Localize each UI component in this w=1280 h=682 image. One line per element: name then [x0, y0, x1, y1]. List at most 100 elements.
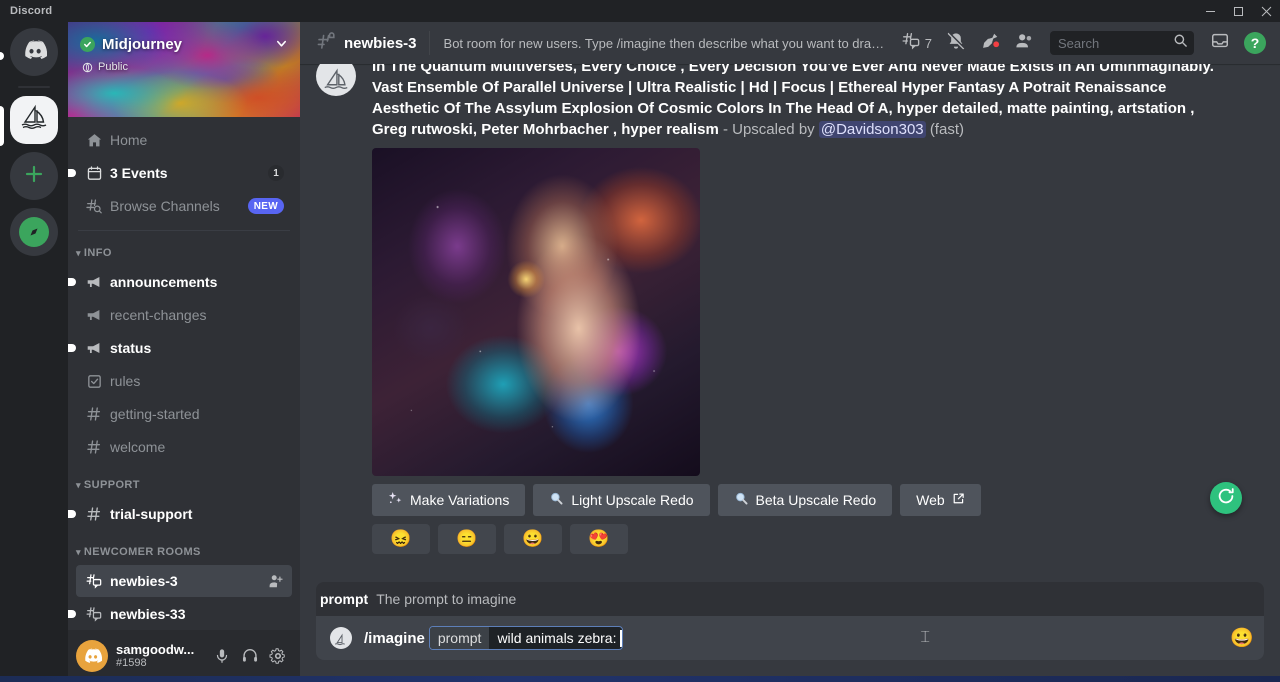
beta-upscale-redo-button[interactable]: Beta Upscale Redo [718, 484, 893, 516]
command-bot-avatar [330, 627, 352, 649]
sidebar-item-recent-changes[interactable]: recent-changes [76, 299, 292, 331]
message: In The Quantum Multiverses, Every Choice… [300, 64, 1280, 554]
reaction-button[interactable]: 😍 [570, 524, 628, 554]
beta-upscale-redo-label: Beta Upscale Redo [756, 492, 877, 508]
sidebar-item-announcements[interactable]: announcements [76, 266, 292, 298]
sailboat-icon [18, 102, 50, 139]
user-info[interactable]: samgoodw... #1598 [116, 642, 208, 670]
magnifier-icon [734, 491, 749, 509]
sidebar-item-welcome-label: welcome [110, 439, 284, 455]
sidebar-item-newbies-3[interactable]: newbies-3 [76, 565, 292, 597]
reaction-button[interactable]: 😑 [438, 524, 496, 554]
channel-list: Home 3 Events 1 Browse Channels NE [68, 117, 300, 630]
os-taskbar [0, 676, 1280, 682]
sidebar-item-welcome[interactable]: welcome [76, 431, 292, 463]
sidebar-item-newbies-33[interactable]: newbies-33 [76, 598, 292, 630]
web-button[interactable]: Web [900, 484, 981, 516]
discord-window: Discord [0, 0, 1280, 682]
sparkles-icon [388, 491, 403, 509]
help-button[interactable]: ? [1238, 27, 1272, 59]
rail-explore-button[interactable] [10, 208, 58, 256]
minimize-button[interactable] [1196, 0, 1224, 22]
window-controls [1196, 0, 1280, 22]
make-variations-label: Make Variations [410, 492, 509, 508]
sidebar-item-status-label: status [110, 340, 284, 356]
add-member-icon[interactable] [268, 573, 284, 589]
category-support[interactable]: ▾ SUPPORT [68, 473, 300, 497]
deafen-headphones-button[interactable] [236, 642, 264, 670]
chevron-down-icon[interactable] [275, 37, 288, 53]
help-icon: ? [1244, 32, 1266, 54]
sidebar-item-getting-started[interactable]: getting-started [76, 398, 292, 430]
make-variations-button[interactable]: Make Variations [372, 484, 525, 516]
emoji-picker-button[interactable]: 😀 [1230, 626, 1254, 650]
compass-icon [19, 217, 49, 247]
chevron-down-icon: ▾ [76, 480, 81, 491]
upscaled-label: - Upscaled by [723, 121, 815, 138]
sidebar-item-rules[interactable]: rules [76, 365, 292, 397]
light-upscale-redo-button[interactable]: Light Upscale Redo [533, 484, 709, 516]
user-discriminator: #1598 [116, 657, 208, 670]
user-settings-button[interactable] [264, 642, 292, 670]
unread-indicator [68, 278, 76, 286]
rail-add-server-button[interactable] [10, 152, 58, 200]
rail-indicator-active [0, 106, 4, 146]
reaction-button[interactable]: 😖 [372, 524, 430, 554]
close-button[interactable] [1252, 0, 1280, 22]
message-input-area: /imagine prompt wild animals zebra: ⌶ 😀 [300, 616, 1280, 682]
generated-image[interactable] [372, 148, 700, 476]
globe-icon [82, 62, 93, 73]
rail-server-midjourney[interactable] [10, 96, 58, 144]
threads-count: 7 [925, 36, 932, 51]
avatar[interactable] [76, 640, 108, 672]
sidebar-divider [78, 230, 290, 231]
refresh-button[interactable] [1210, 482, 1242, 514]
rail-divider [18, 86, 50, 88]
calendar-icon [84, 165, 104, 182]
server-banner[interactable]: Midjourney Public [68, 22, 300, 117]
sidebar-item-browse-channels[interactable]: Browse Channels NEW [76, 190, 292, 222]
user-mention[interactable]: @Davidson303 [819, 121, 926, 138]
inbox-button[interactable] [1204, 27, 1236, 59]
text-cursor-icon: ⌶ [920, 629, 930, 647]
server-header[interactable]: Midjourney [68, 36, 300, 53]
command-chip-value[interactable]: wild animals zebra: [489, 627, 618, 649]
threads-icon [901, 31, 921, 56]
channel-topbar: newbies-3 Bot room for new users. Type /… [300, 22, 1280, 64]
command-chip-key: prompt [430, 627, 490, 649]
sidebar-item-status[interactable]: status [76, 332, 292, 364]
sidebar-item-home[interactable]: Home [76, 124, 292, 156]
category-newcomer-rooms-label: NEWCOMER ROOMS [84, 546, 201, 558]
channel-topic[interactable]: Bot room for new users. Type /imagine th… [444, 36, 889, 51]
topbar-actions: 7 [895, 27, 1272, 59]
command-parameter-chip[interactable]: prompt wild animals zebra: [429, 626, 623, 650]
threads-button[interactable]: 7 [895, 27, 938, 59]
search-box[interactable] [1050, 31, 1194, 55]
sidebar-item-recent-changes-label: recent-changes [110, 307, 284, 323]
command-hint-bar: prompt The prompt to imagine [316, 582, 1264, 616]
mute-microphone-button[interactable] [208, 642, 236, 670]
pinned-messages-button[interactable] [974, 27, 1006, 59]
member-list-button[interactable] [1008, 27, 1040, 59]
notifications-muted-button[interactable] [940, 27, 972, 59]
sidebar-item-home-label: Home [110, 132, 284, 148]
channel-sidebar: Midjourney Public Home [68, 22, 300, 682]
page-title: newbies-3 [344, 35, 417, 52]
forum-icon [84, 605, 104, 623]
search-input[interactable] [1058, 36, 1173, 51]
reaction-button[interactable]: 😀 [504, 524, 562, 554]
sidebar-item-trial-support[interactable]: trial-support [76, 498, 292, 530]
plus-icon [23, 163, 45, 190]
maximize-button[interactable] [1224, 0, 1252, 22]
rail-discord-home-button[interactable] [10, 28, 58, 76]
sidebar-item-events[interactable]: 3 Events 1 [76, 157, 292, 189]
category-newcomer-rooms[interactable]: ▾ NEWCOMER ROOMS [68, 540, 300, 564]
avatar[interactable] [316, 64, 356, 96]
message-scrollbar[interactable] [1270, 104, 1278, 582]
category-info[interactable]: ▾ INFO [68, 241, 300, 265]
hash-icon [84, 438, 104, 456]
home-icon [84, 132, 104, 149]
server-name: Midjourney [102, 36, 275, 53]
message-action-buttons: Make Variations Light Upscale Redo [372, 484, 1232, 516]
message-input-bar[interactable]: /imagine prompt wild animals zebra: ⌶ 😀 [316, 616, 1264, 660]
